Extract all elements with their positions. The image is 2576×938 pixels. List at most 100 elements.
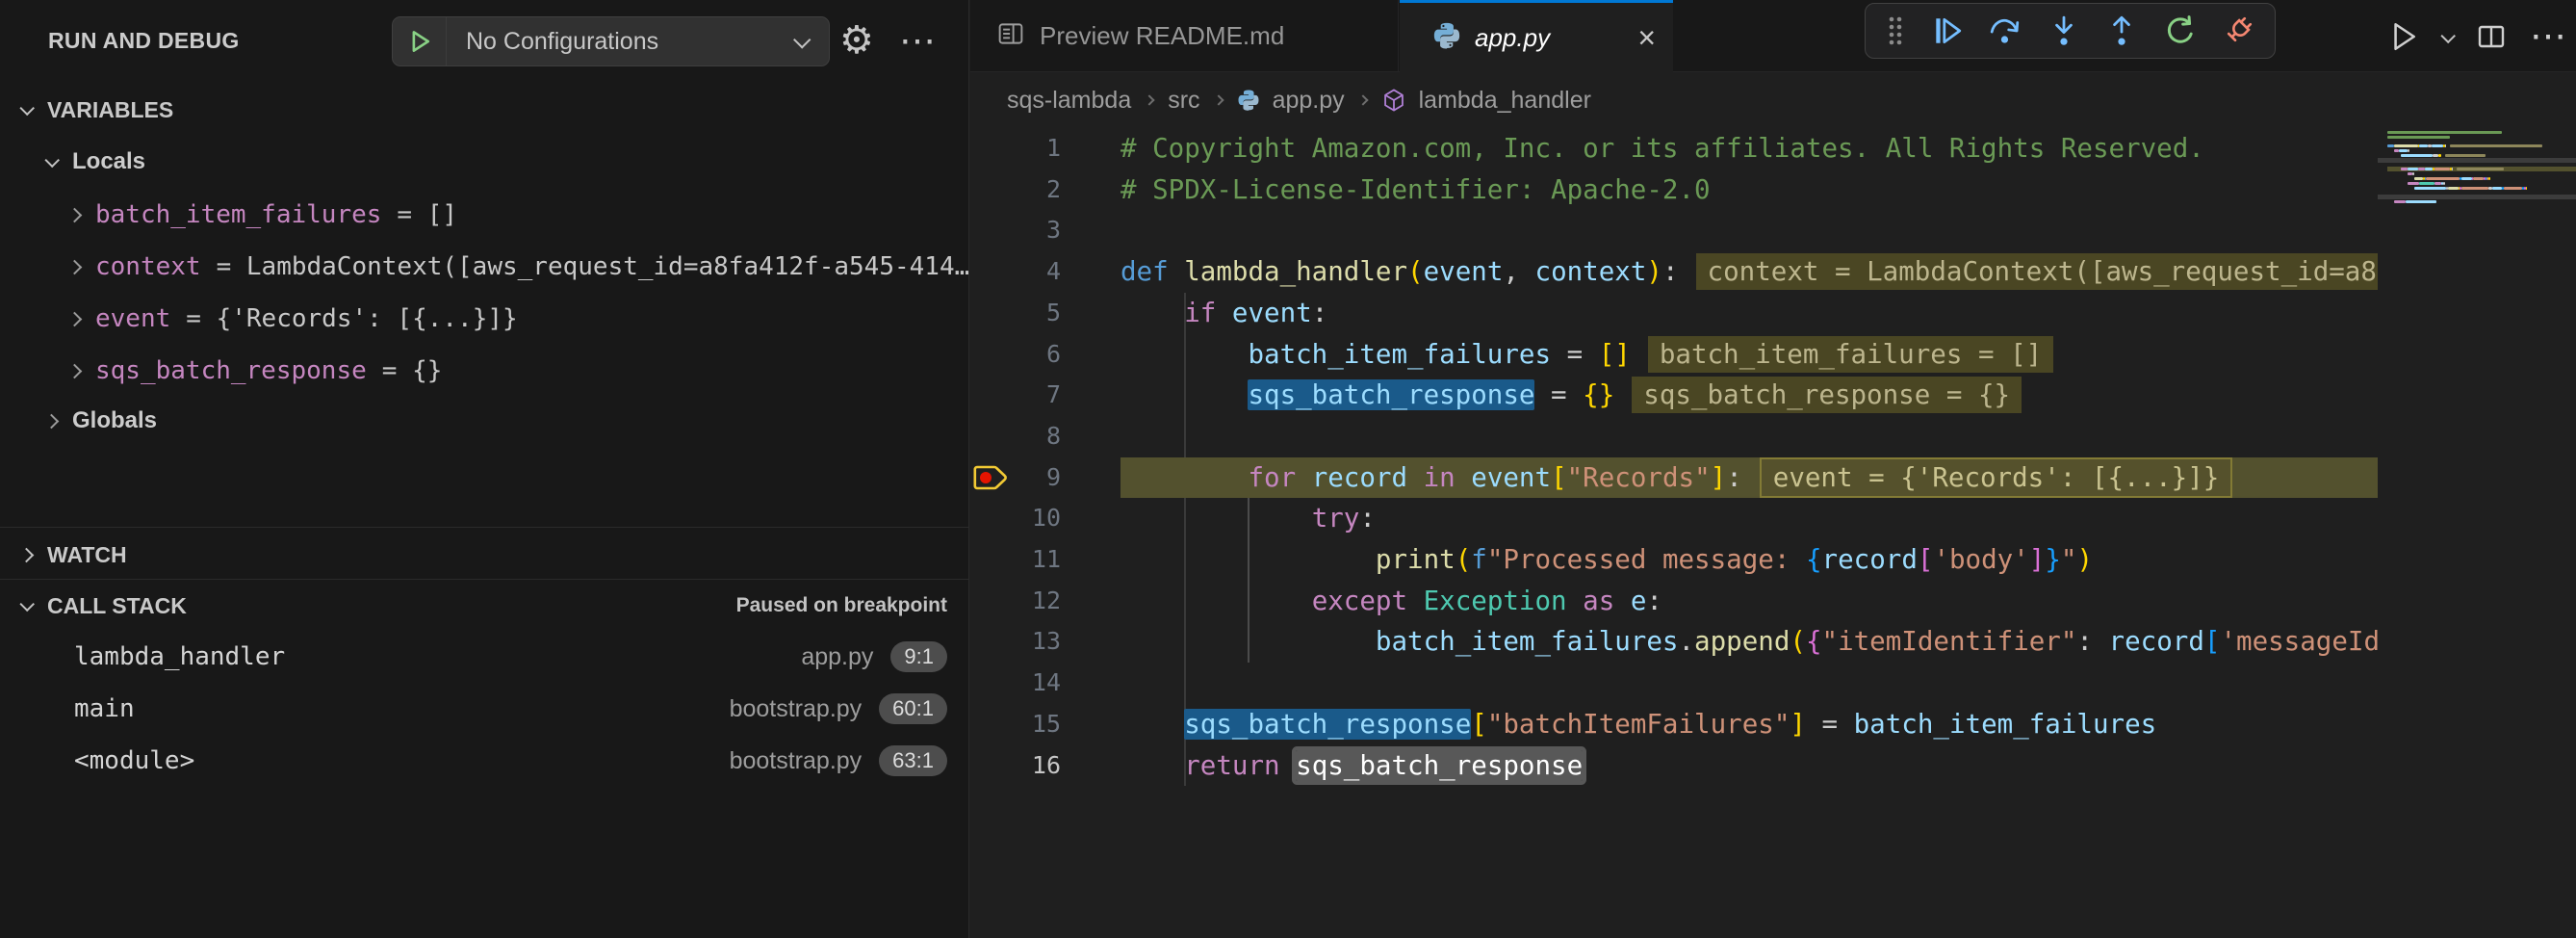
minimap-segment — [2394, 200, 2406, 203]
call-stack-header-label: CALL STACK — [47, 593, 187, 619]
scope-locals[interactable]: Locals — [0, 137, 968, 187]
code-token: try — [1312, 503, 1360, 534]
start-debugging-button[interactable] — [393, 17, 447, 65]
line-content: print(f"Processed message: {record['body… — [1121, 539, 2378, 581]
line-content — [1121, 663, 2378, 704]
code-token: Exception — [1424, 586, 1567, 616]
minimap-segment — [2425, 168, 2434, 170]
code-token: # SPDX-License-Identifier: Apache-2.0 — [1121, 174, 1711, 205]
line-content — [1121, 416, 2378, 457]
restart-icon[interactable] — [2159, 8, 2202, 54]
variables-header-label: VARIABLES — [47, 97, 173, 123]
step-into-icon[interactable] — [2043, 8, 2085, 54]
more-actions-icon[interactable]: ⋯ — [899, 0, 937, 81]
scope-label: Locals — [72, 148, 145, 175]
minimap-segment — [2387, 136, 2450, 139]
code-line-12[interactable]: 12 except Exception as e: — [970, 581, 2576, 622]
breadcrumb-item-folder[interactable]: sqs-lambda — [1007, 87, 1131, 115]
variable-row-sqs_batch_response[interactable]: sqs_batch_response= {} — [0, 345, 968, 397]
code-line-13[interactable]: 13 batch_item_failures.append({"itemIden… — [970, 621, 2576, 663]
close-icon[interactable]: × — [1637, 22, 1656, 53]
code-line-5[interactable]: 5 if event: — [970, 293, 2576, 334]
code-line-9[interactable]: 9 for record in event["Records"]:event =… — [970, 457, 2576, 499]
frame-position-badge: 9:1 — [890, 641, 947, 672]
breadcrumb-item-file[interactable]: app.py — [1273, 87, 1345, 115]
line-content: sqs_batch_response = {}sqs_batch_respons… — [1121, 375, 2378, 416]
breadcrumb-item-folder[interactable]: src — [1168, 87, 1199, 115]
line-number: 8 — [1005, 416, 1061, 457]
variable-value: = {'Records': [{...}]} — [186, 304, 517, 333]
variable-row-context[interactable]: context= LambdaContext([aws_request_id=a… — [0, 241, 968, 293]
minimap[interactable] — [2387, 130, 2576, 213]
run-python-file-icon[interactable] — [2386, 20, 2419, 53]
code-token: event — [1424, 256, 1504, 287]
editor-tab-bar: Preview README.md app.py × — [970, 0, 2576, 72]
line-number: 13 — [1005, 621, 1061, 663]
paused-status-badge: Paused on breakpoint — [736, 594, 947, 617]
scope-label: Globals — [72, 407, 157, 434]
variable-row-batch_item_failures[interactable]: batch_item_failures= [] — [0, 189, 968, 241]
run-dropdown-chevron-icon[interactable] — [2440, 29, 2456, 44]
scope-globals[interactable]: Globals — [0, 396, 968, 446]
gear-icon[interactable]: ⚙ — [839, 0, 874, 81]
stack-frame-row[interactable]: lambda_handlerapp.py9:1 — [0, 632, 968, 682]
code-token: ] — [2029, 544, 2046, 575]
code-line-11[interactable]: 11 print(f"Processed message: {record['b… — [970, 539, 2576, 581]
tab-preview-readme[interactable]: Preview README.md — [970, 0, 1399, 72]
sidebar-title: RUN AND DEBUG — [48, 0, 240, 81]
code-line-3[interactable]: 3 — [970, 210, 2576, 251]
vscode-debug-window: { "colors": { "accent": "#0078d4", "side… — [0, 0, 2576, 938]
code-line-14[interactable]: 14 — [970, 663, 2576, 704]
section-divider — [0, 579, 968, 580]
minimap-segment — [2401, 154, 2433, 157]
minimap-segment — [2448, 187, 2459, 190]
line-number: 5 — [1005, 293, 1061, 334]
code-line-7[interactable]: 7 sqs_batch_response = {}sqs_batch_respo… — [970, 375, 2576, 416]
minimap-segment — [2412, 172, 2414, 175]
more-actions-icon[interactable]: ⋯ — [2530, 14, 2566, 58]
variable-name: batch_item_failures — [95, 200, 381, 229]
code-line-16[interactable]: 16 return sqs_batch_response — [970, 745, 2576, 787]
minimap-segment — [2452, 168, 2454, 170]
code-token: if — [1184, 298, 1232, 328]
tab-label: Preview README.md — [1040, 21, 1284, 51]
variable-value: = LambdaContext([aws_request_id=a8fa412f… — [217, 252, 968, 281]
variable-row-event[interactable]: event= {'Records': [{...}]} — [0, 293, 968, 345]
code-token: . — [1678, 626, 1694, 657]
code-line-1[interactable]: 1# Copyright Amazon.com, Inc. or its aff… — [970, 128, 2576, 169]
step-over-icon[interactable] — [1984, 8, 2026, 54]
continue-icon[interactable] — [1926, 8, 1969, 54]
line-number: 2 — [1005, 169, 1061, 211]
line-number: 6 — [1005, 334, 1061, 376]
debug-configurations-dropdown[interactable]: No Configurations — [392, 16, 830, 66]
call-stack-section-header[interactable]: CALL STACK Paused on breakpoint — [0, 581, 968, 631]
code-token: [ — [1918, 544, 1934, 575]
tab-label: app.py — [1475, 23, 1550, 53]
variables-section-header[interactable]: VARIABLES — [0, 85, 968, 135]
minimap-segment — [2504, 187, 2522, 190]
code-line-10[interactable]: 10 try: — [970, 498, 2576, 539]
code-token: "batchItemFailures" — [1487, 709, 1790, 740]
disconnect-icon[interactable] — [2217, 8, 2259, 54]
code-line-6[interactable]: 6 batch_item_failures = []batch_item_fai… — [970, 334, 2576, 376]
step-out-icon[interactable] — [2100, 8, 2143, 54]
toolbar-drag-handle[interactable] — [1881, 8, 1910, 54]
line-number: 3 — [1005, 210, 1061, 251]
tab-app-py[interactable]: app.py × — [1400, 0, 1673, 72]
code-line-8[interactable]: 8 — [970, 416, 2576, 457]
frame-file: app.py — [801, 643, 873, 671]
breadcrumb-item-symbol[interactable]: lambda_handler — [1419, 87, 1591, 115]
code-line-4[interactable]: 4def lambda_handler(event, context):cont… — [970, 251, 2576, 293]
minimap-segment — [2426, 177, 2460, 180]
split-editor-icon[interactable] — [2476, 21, 2507, 52]
code-line-2[interactable]: 2 # SPDX-License-Identifier: Apache-2.0 — [970, 169, 2576, 211]
code-line-15[interactable]: 15 sqs_batch_response["batchItemFailures… — [970, 704, 2576, 745]
stack-frame-row[interactable]: <module>bootstrap.py63:1 — [0, 736, 968, 786]
minimap-segment — [2438, 154, 2442, 157]
code-editor[interactable]: 1# Copyright Amazon.com, Inc. or its aff… — [970, 128, 2576, 938]
line-content: except Exception as e: — [1121, 581, 2378, 622]
watch-section-header[interactable]: WATCH — [0, 530, 968, 580]
breadcrumb: sqs-lambda src app.py lambda_handler — [970, 72, 2576, 128]
stack-frame-row[interactable]: mainbootstrap.py60:1 — [0, 684, 968, 734]
debug-toolbar — [1865, 3, 2276, 59]
